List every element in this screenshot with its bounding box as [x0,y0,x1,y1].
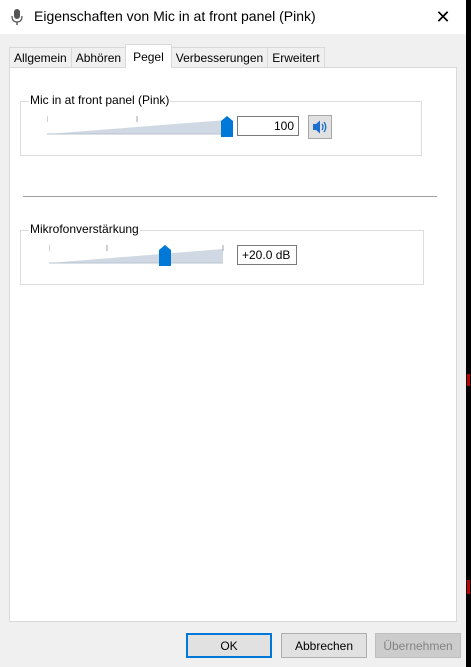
boost-group: Mikrofonverstärkung +20.0 dB [20,222,424,285]
tab-panel-pegel: Mic in at front panel (Pink) 100 Mikrofo… [9,67,457,622]
background-mark [467,580,470,594]
level-group: Mic in at front panel (Pink) 100 [20,93,422,156]
background-mark [467,374,470,386]
tab-verbesserungen[interactable]: Verbesserungen [170,47,269,68]
properties-dialog: Eigenschaften von Mic in at front panel … [0,0,466,667]
tab-pegel[interactable]: Pegel [125,44,172,68]
boost-slider[interactable] [49,243,229,269]
tab-erweitert[interactable]: Erweitert [267,47,325,68]
title-bar: Eigenschaften von Mic in at front panel … [0,0,466,34]
background-window-edge [466,0,471,667]
level-slider[interactable] [47,114,237,140]
level-slider-thumb[interactable] [221,116,233,137]
close-icon: ✕ [435,6,451,27]
apply-button: Übernehmen [375,633,461,658]
window-title: Eigenschaften von Mic in at front panel … [34,8,316,24]
boost-value-field[interactable]: +20.0 dB [237,245,297,265]
speaker-icon [313,120,327,134]
boost-slider-thumb[interactable] [159,245,171,266]
separator [23,196,437,197]
microphone-icon [11,9,23,25]
mute-button[interactable] [308,115,332,139]
level-value-field[interactable]: 100 [237,116,299,136]
tab-strip: Allgemein Abhören Pegel Verbesserungen E… [9,44,325,68]
tab-allgemein[interactable]: Allgemein [9,47,72,68]
tab-abhoeren[interactable]: Abhören [70,47,127,68]
cancel-button[interactable]: Abbrechen [281,633,367,658]
ok-button[interactable]: OK [186,633,272,658]
level-group-label: Mic in at front panel (Pink) [29,93,171,107]
boost-group-label: Mikrofonverstärkung [29,222,140,236]
close-button[interactable]: ✕ [420,0,466,34]
